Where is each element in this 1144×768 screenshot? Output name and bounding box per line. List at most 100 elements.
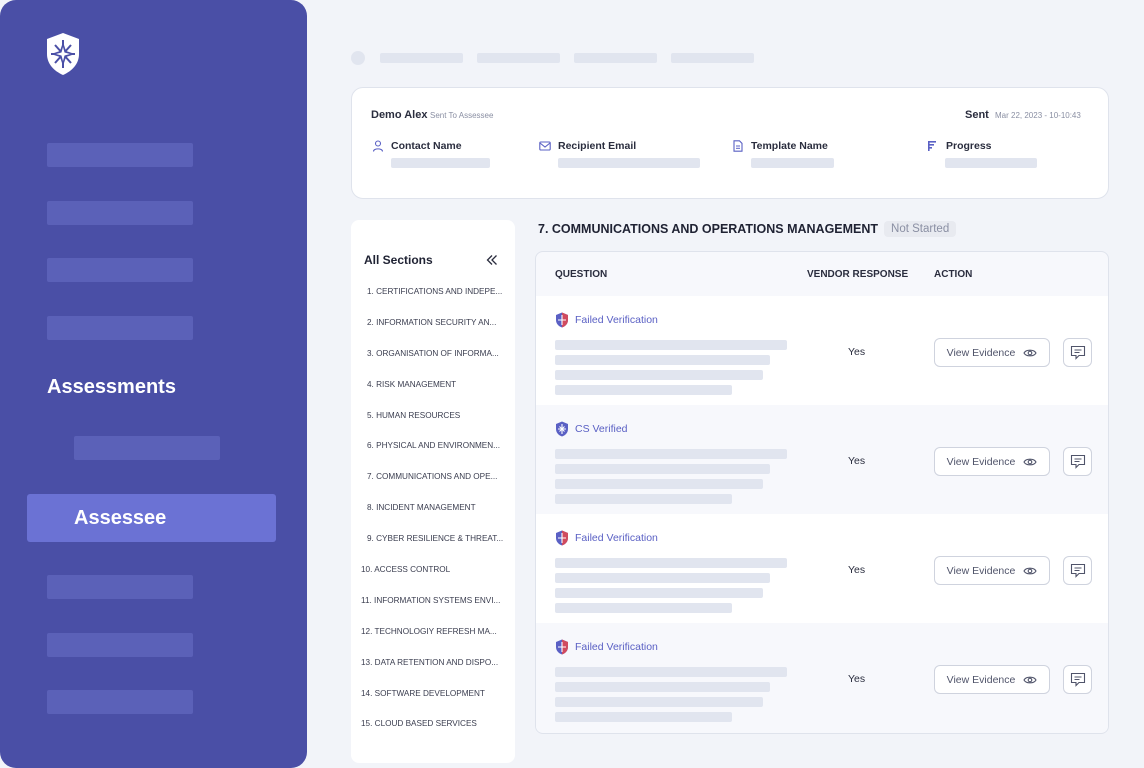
recipient-email-field: Recipient Email [539, 140, 700, 168]
vendor-response: Yes [848, 564, 866, 576]
assessment-info-card: Demo Alex Sent To Assessee Sent Mar 22, … [351, 87, 1109, 199]
nav-item-placeholder[interactable] [47, 258, 193, 282]
section-item[interactable]: 14. SOFTWARE DEVELOPMENT [361, 689, 511, 720]
nav-item-placeholder[interactable] [47, 143, 193, 167]
recipient-email-label: Recipient Email [558, 140, 637, 152]
breadcrumb-item[interactable] [574, 53, 657, 63]
view-evidence-button[interactable]: View Evidence [934, 556, 1050, 585]
question-text-line [555, 449, 787, 459]
question-text-line [555, 558, 787, 568]
eye-icon [1023, 567, 1037, 574]
question-text-line [555, 355, 770, 365]
column-header-action: ACTION [934, 269, 973, 280]
question-text-line [555, 340, 787, 350]
nav-item-placeholder[interactable] [47, 690, 193, 714]
contact-name-label: Contact Name [391, 140, 462, 152]
breadcrumb-item[interactable] [380, 53, 463, 63]
verification-status: Failed Verification [555, 639, 658, 655]
question-text-line [555, 370, 763, 380]
view-evidence-label: View Evidence [946, 673, 1016, 686]
collapse-chevrons-icon[interactable] [485, 253, 499, 267]
question-text-line [555, 712, 732, 722]
section-item[interactable]: 1. CERTIFICATIONS AND INDEPE... [361, 287, 511, 318]
comment-button[interactable] [1063, 665, 1092, 694]
recipient-email-value [558, 158, 700, 168]
comment-icon [1070, 345, 1085, 360]
failed-shield-icon [556, 639, 568, 655]
contact-name-field: Contact Name [372, 140, 490, 168]
column-header-vendor-response: VENDOR RESPONSE [807, 269, 909, 280]
view-evidence-button[interactable]: View Evidence [934, 665, 1050, 694]
mail-icon [539, 141, 551, 151]
table-row: Failed Verification Yes View Evidence [536, 514, 1108, 623]
view-evidence-label: View Evidence [946, 564, 1016, 577]
template-name-label: Template Name [751, 140, 828, 152]
view-evidence-label: View Evidence [946, 455, 1016, 468]
comment-icon [1070, 454, 1085, 469]
section-item[interactable]: 8. INCIDENT MANAGEMENT [361, 503, 511, 534]
question-text-line [555, 385, 732, 395]
sidebar: Assessments Assessee [0, 0, 307, 768]
breadcrumb-item[interactable] [477, 53, 560, 63]
breadcrumb-item[interactable] [671, 53, 754, 63]
nav-subitem-placeholder[interactable] [74, 436, 220, 460]
nav-item-assessee[interactable]: Assessee [27, 494, 276, 542]
assessor-status: Sent To Assessee [430, 111, 494, 120]
nav-item-placeholder[interactable] [47, 575, 193, 599]
verification-label: CS Verified [575, 423, 628, 435]
progress-value [945, 158, 1037, 168]
nav-item-placeholder[interactable] [47, 633, 193, 657]
section-item[interactable]: 5. HUMAN RESOURCES [361, 411, 511, 442]
vendor-response: Yes [848, 673, 866, 685]
document-icon [733, 140, 743, 152]
view-evidence-button[interactable]: View Evidence [934, 447, 1050, 476]
verification-status: CS Verified [555, 421, 628, 437]
view-evidence-button[interactable]: View Evidence [934, 338, 1050, 367]
template-name-value [751, 158, 834, 168]
shield-star-icon[interactable] [45, 32, 81, 76]
section-list: 1. CERTIFICATIONS AND INDEPE... 2. INFOR… [361, 287, 511, 750]
column-header-question: QUESTION [555, 269, 608, 280]
section-item[interactable]: 4. RISK MANAGEMENT [361, 380, 511, 411]
table-row: Failed Verification Yes View Evidence [536, 296, 1108, 405]
section-status-badge: Not Started [884, 221, 957, 237]
assessor-name: Demo Alex [371, 109, 428, 121]
comment-icon [1070, 672, 1085, 687]
section-title: 7. COMMUNICATIONS AND OPERATIONS MANAGEM… [538, 222, 879, 236]
section-item[interactable]: 2. INFORMATION SECURITY AN... [361, 318, 511, 349]
nav-item-assessments[interactable]: Assessments [47, 376, 176, 399]
comment-button[interactable] [1063, 338, 1092, 367]
section-item[interactable]: 6. PHYSICAL AND ENVIRONMEN... [361, 441, 511, 472]
failed-shield-icon [556, 312, 568, 328]
template-name-field: Template Name [732, 140, 834, 168]
section-item[interactable]: 13. DATA RETENTION AND DISPO... [361, 658, 511, 689]
verification-label: Failed Verification [575, 641, 658, 653]
progress-field: Progress [927, 140, 1037, 168]
section-item[interactable]: 12. TECHNOLOGIY REFRESH MA... [361, 627, 511, 658]
question-text-line [555, 588, 763, 598]
sent-label: Sent [965, 109, 989, 121]
comment-button[interactable] [1063, 556, 1092, 585]
breadcrumb-home-dot[interactable] [351, 51, 365, 65]
section-item[interactable]: 9. CYBER RESILIENCE & THREAT... [361, 534, 511, 565]
nav-item-placeholder[interactable] [47, 201, 193, 225]
nav-item-placeholder[interactable] [47, 316, 193, 340]
progress-icon [928, 141, 936, 151]
failed-shield-icon [556, 530, 568, 546]
verification-label: Failed Verification [575, 532, 658, 544]
table-row: Failed Verification Yes View Evidence [536, 623, 1108, 732]
question-text-line [555, 603, 732, 613]
table-row: CS Verified Yes View Evidence [536, 405, 1108, 514]
section-item[interactable]: 11. INFORMATION SYSTEMS ENVI... [361, 596, 511, 627]
question-text-line [555, 573, 770, 583]
user-icon [372, 140, 384, 152]
section-item[interactable]: 7. COMMUNICATIONS AND OPE... [361, 472, 511, 503]
section-item[interactable]: 3. ORGANISATION OF INFORMA... [361, 349, 511, 380]
sent-date: Mar 22, 2023 - 10-10:43 [995, 111, 1081, 120]
comment-icon [1070, 563, 1085, 578]
comment-button[interactable] [1063, 447, 1092, 476]
verification-status: Failed Verification [555, 530, 658, 546]
section-item[interactable]: 10. ACCESS CONTROL [361, 565, 511, 596]
view-evidence-label: View Evidence [946, 346, 1016, 359]
section-item[interactable]: 15. CLOUD BASED SERVICES [361, 719, 511, 750]
